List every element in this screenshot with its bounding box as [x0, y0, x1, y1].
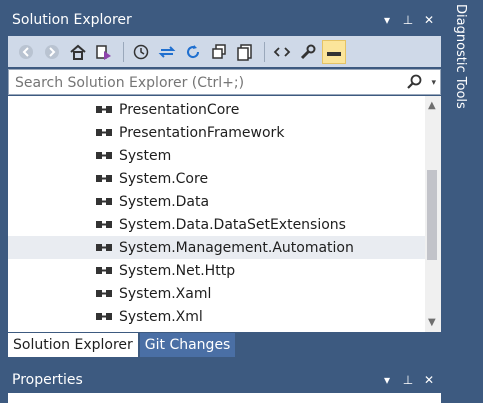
reference-icon: [96, 290, 112, 297]
tree-item[interactable]: System.Core: [8, 167, 425, 190]
properties-button[interactable]: [296, 40, 320, 64]
reference-icon: [96, 267, 112, 274]
toolbar-separator: [123, 41, 124, 62]
reference-icon: [96, 106, 112, 113]
collapse-all-button[interactable]: [207, 40, 231, 64]
solution-explorer-toolbar: [8, 36, 441, 67]
tree-item-label: System.Management.Automation: [119, 239, 354, 256]
pending-changes-filter-button[interactable]: [129, 40, 153, 64]
reference-icon: [96, 129, 112, 136]
home-icon: [70, 44, 86, 60]
refresh-button[interactable]: [181, 40, 205, 64]
close-button[interactable]: ✕: [423, 9, 435, 31]
view-code-button[interactable]: [270, 40, 294, 64]
switch-views-button[interactable]: [92, 40, 116, 64]
tree-item-selected[interactable]: System.Management.Automation: [8, 236, 425, 259]
preview-icon: [327, 51, 341, 56]
tab-git-changes[interactable]: Git Changes: [139, 333, 236, 357]
properties-body: [8, 393, 441, 403]
reference-icon: [96, 152, 112, 159]
solution-explorer-title: Solution Explorer: [12, 12, 132, 28]
solution-explorer-titlebar: Solution Explorer ▾ ⊥ ✕: [8, 9, 441, 31]
show-all-files-icon: [237, 43, 252, 61]
tree-item[interactable]: System: [8, 144, 425, 167]
preview-selected-items-button[interactable]: [322, 39, 346, 64]
title-buttons: ▾ ⊥ ✕: [381, 9, 435, 31]
wrench-icon: [300, 44, 316, 59]
tree-item-label: System.Xaml: [119, 285, 212, 302]
show-all-files-button[interactable]: [233, 40, 257, 64]
vertical-scrollbar[interactable]: ▲ ▼: [425, 96, 441, 332]
tree-item[interactable]: PresentationFramework: [8, 121, 425, 144]
reference-icon: [96, 221, 112, 228]
sync-icon: [158, 45, 176, 58]
clock-icon: [133, 44, 149, 59]
collapse-all-icon: [212, 43, 226, 59]
tree-item-label: System.Xml: [119, 308, 203, 325]
window-position-dropdown-button[interactable]: ▾: [381, 369, 393, 391]
tree-item[interactable]: System.Data.DataSetExtensions: [8, 213, 425, 236]
search-icon[interactable]: [406, 74, 422, 90]
tree-item-label: PresentationFramework: [119, 124, 285, 141]
tree-item[interactable]: PresentationCore: [8, 98, 425, 121]
scroll-thumb[interactable]: [427, 170, 437, 260]
tree-item-label: System.Net.Http: [119, 262, 236, 279]
toolbar-separator: [264, 41, 265, 62]
title-buttons: ▾ ⊥ ✕: [381, 369, 435, 391]
code-icon: [273, 46, 291, 57]
reference-icon: [96, 244, 112, 251]
back-arrow-icon: [19, 44, 33, 59]
scroll-up-arrow-icon[interactable]: ▲: [428, 100, 436, 111]
scroll-down-arrow-icon[interactable]: ▼: [428, 317, 436, 328]
tree-item-label: PresentationCore: [119, 101, 240, 118]
reference-icon: [96, 313, 112, 320]
properties-title: Properties: [12, 372, 83, 388]
search-options-dropdown-icon[interactable]: ▾: [431, 78, 436, 88]
back-button[interactable]: [14, 40, 38, 64]
tree-item[interactable]: System.Data: [8, 190, 425, 213]
diagnostic-tools-tab[interactable]: Diagnostic Tools: [447, 4, 471, 129]
tree-item[interactable]: System.Net.Http: [8, 259, 425, 282]
search-input[interactable]: [13, 72, 397, 94]
tree-item[interactable]: System.Xaml: [8, 282, 425, 305]
tab-solution-explorer[interactable]: Solution Explorer: [8, 333, 138, 357]
tree-item[interactable]: System.Xml: [8, 305, 425, 328]
close-button[interactable]: ✕: [423, 369, 435, 391]
sync-active-document-button[interactable]: [155, 40, 179, 64]
tree-item-label: System.Data: [119, 193, 210, 210]
tree-item-label: System.Data.DataSetExtensions: [119, 216, 346, 233]
properties-titlebar: Properties ▾ ⊥ ✕: [8, 369, 441, 391]
forward-arrow-icon: [45, 44, 59, 59]
switch-views-icon: [96, 44, 111, 60]
pin-button[interactable]: ⊥: [402, 369, 414, 391]
tool-window-tabs: Solution Explorer Git Changes: [8, 333, 236, 357]
reference-icon: [96, 175, 112, 182]
refresh-icon: [187, 44, 200, 58]
window-position-dropdown-button[interactable]: ▾: [381, 9, 393, 31]
pin-button[interactable]: ⊥: [402, 9, 414, 31]
search-box: ▾: [8, 69, 441, 95]
forward-button[interactable]: [40, 40, 64, 64]
reference-icon: [96, 198, 112, 205]
tree-item-label: System: [119, 147, 172, 164]
solution-tree: PresentationCore PresentationFramework S…: [8, 96, 425, 332]
tree-item-label: System.Core: [119, 170, 209, 187]
home-button[interactable]: [66, 40, 90, 64]
